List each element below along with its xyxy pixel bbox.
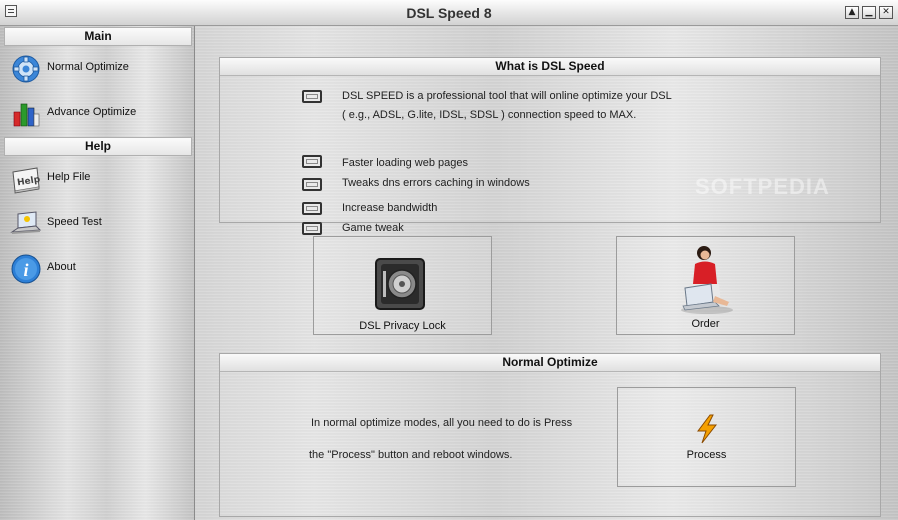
sidebar-item-label: Speed Test [47, 216, 102, 228]
process-label: Process [686, 449, 727, 461]
sidebar-item-label: Advance Optimize [47, 106, 137, 118]
safe-lock-icon [375, 258, 425, 310]
restore-button[interactable]: ▁ [862, 6, 876, 19]
lightning-bolt-icon [697, 414, 718, 444]
normal-optimize-description-line2: the "Process" button and reboot windows. [309, 449, 513, 461]
normal-optimize-description-line1: In normal optimize modes, all you need t… [311, 417, 573, 429]
sidebar: Main Normal Optimize Advance Optimize He… [0, 26, 195, 520]
process-button[interactable]: Process [617, 387, 796, 487]
sidebar-item-label: About [47, 261, 76, 273]
feature-text-continued: ( e.g., ADSL, G.lite, IDSL, SDSL ) conne… [342, 109, 637, 121]
sidebar-item-label: Normal Optimize [47, 61, 129, 73]
bullet-icon [302, 90, 322, 103]
normal-optimize-panel-title: Normal Optimize [220, 354, 880, 372]
sidebar-item-advance-optimize[interactable]: Advance Optimize [8, 96, 188, 132]
privacy-lock-button[interactable]: DSL Privacy Lock [313, 236, 492, 335]
person-laptop-icon [681, 246, 733, 314]
bullet-icon [302, 155, 322, 168]
info-icon: i [11, 254, 41, 284]
minimize-button[interactable]: ▲ [845, 6, 859, 19]
feature-text: Faster loading web pages [342, 157, 468, 169]
sidebar-header-help: Help [4, 137, 192, 156]
laptop-icon [10, 211, 42, 234]
feature-text: DSL SPEED is a professional tool that wi… [342, 90, 672, 102]
colored-bars-icon [13, 103, 40, 127]
sidebar-item-label: Help File [47, 171, 91, 183]
feature-text: Increase bandwidth [342, 202, 438, 214]
main-area: What is DSL Speed DSL SPEED is a profess… [195, 26, 898, 520]
sidebar-item-about[interactable]: i About [8, 251, 188, 287]
window-title: DSL Speed 8 [406, 5, 492, 21]
svg-text:i: i [23, 260, 28, 280]
sidebar-header-main: Main [4, 27, 192, 46]
watermark: SOFTPEDIA [695, 174, 830, 199]
bullet-icon [302, 202, 322, 215]
what-is-panel-title: What is DSL Speed [220, 58, 880, 76]
privacy-lock-label: DSL Privacy Lock [359, 320, 446, 332]
order-button[interactable]: Order [616, 236, 795, 335]
sidebar-item-normal-optimize[interactable]: Normal Optimize [8, 51, 188, 87]
help-book-icon: Help [12, 167, 41, 194]
close-button[interactable]: ✕ [879, 6, 893, 19]
sidebar-item-help-file[interactable]: Help Help File [8, 161, 188, 197]
gear-icon [12, 55, 40, 83]
sidebar-item-speed-test[interactable]: Speed Test [8, 206, 188, 242]
feature-text: Tweaks dns errors caching in windows [342, 177, 530, 189]
bullet-icon [302, 222, 322, 235]
bullet-icon [302, 178, 322, 191]
title-bar: DSL Speed 8 ▲ ▁ ✕ [0, 0, 898, 26]
order-label: Order [691, 318, 720, 330]
normal-optimize-panel: Normal Optimize In normal optimize modes… [219, 353, 881, 517]
feature-text: Game tweak [342, 222, 404, 234]
